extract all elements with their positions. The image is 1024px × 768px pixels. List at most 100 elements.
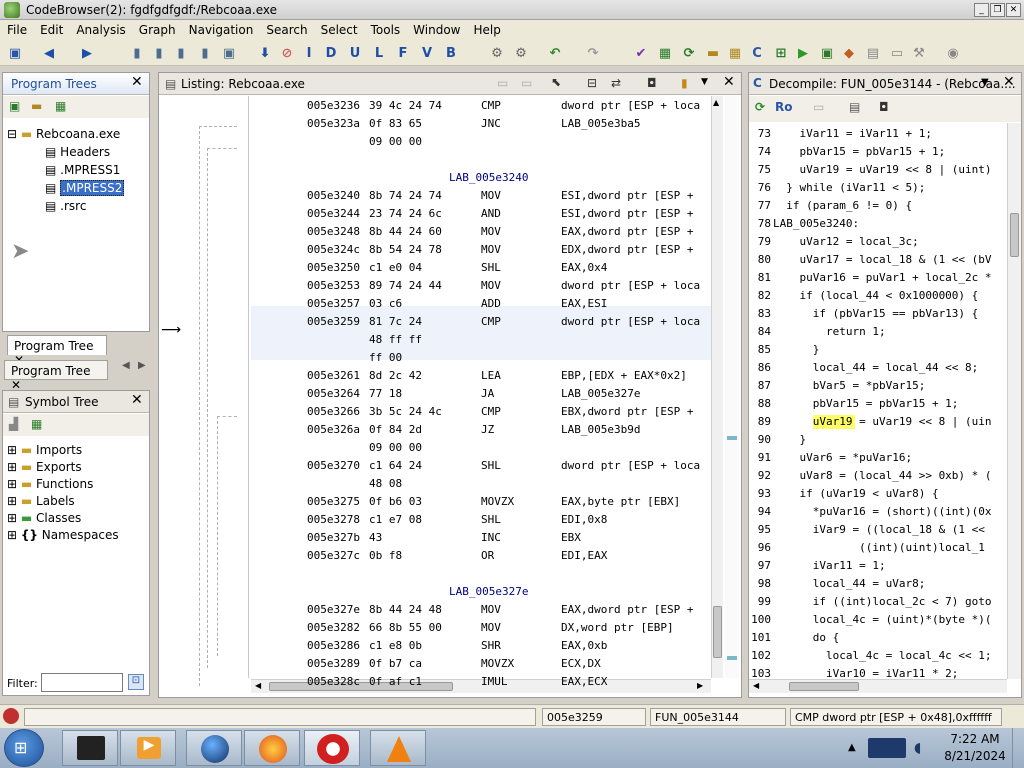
down-arrow-icon[interactable]: ⬇ [256, 44, 274, 62]
listing-operands[interactable]: DX,word ptr [EBP] [561, 621, 674, 634]
close-window-button[interactable]: ✕ [1006, 3, 1021, 17]
listing-address[interactable]: 005e3275 [307, 495, 360, 508]
decompile-line-text[interactable]: bVar5 = *pbVar15; [773, 379, 926, 392]
listing-bytes[interactable]: 03 c6 [369, 297, 402, 310]
decompile-line-text[interactable]: if ((int)local_2c < 7) goto [773, 595, 992, 608]
symbol-labels[interactable]: ⊞ ▬ Labels [7, 494, 75, 508]
listing-bytes[interactable]: 09 00 00 [369, 135, 422, 148]
listing-address[interactable]: 005e3259 [307, 315, 360, 328]
minimize-button[interactable]: _ [974, 3, 989, 17]
export-icon[interactable]: ▤ [849, 100, 860, 114]
listing-address[interactable]: 005e3253 [307, 279, 360, 292]
symbol-classes[interactable]: ⊞ ▬ Classes [7, 511, 81, 525]
listing-operands[interactable]: LAB_005e3ba5 [561, 117, 640, 130]
taskbar-app-media[interactable]: ▶ [120, 730, 176, 766]
menu-edit[interactable]: Edit [33, 20, 69, 37]
memory-icon[interactable]: ▦ [656, 44, 674, 62]
decompile-line-text[interactable]: if (uVar19 < uVar8) { [773, 487, 938, 500]
scroll-thumb[interactable] [1010, 213, 1019, 257]
scroll-thumb[interactable] [789, 682, 859, 691]
tree-item-mpress2[interactable]: ▤ .MPRESS2 [45, 180, 125, 196]
listing-bytes[interactable]: ff 00 [369, 351, 402, 364]
nav-undefined-icon[interactable]: ▮ [196, 44, 214, 62]
new-tree-icon[interactable]: ▣ [9, 99, 20, 113]
maximize-button[interactable]: ❐ [990, 3, 1005, 17]
decompile-line-text[interactable]: } [773, 343, 820, 356]
bookmark-icon[interactable]: ⚙ [488, 44, 506, 62]
decompile-horizontal-scrollbar[interactable]: ◀ [749, 679, 1007, 693]
stop-icon[interactable]: ⊘ [278, 44, 296, 62]
listing-address[interactable]: 005e327e [307, 603, 360, 616]
listing-address[interactable]: 005e3257 [307, 297, 360, 310]
taskbar-app-terminal[interactable] [62, 730, 118, 766]
decompile-line-text[interactable]: iVar11 = iVar11 + 1; [773, 127, 931, 140]
listing-operands[interactable]: ECX,DX [561, 657, 601, 670]
listing-address[interactable]: 005e3282 [307, 621, 360, 634]
decompile-line-text[interactable]: puVar16 = puVar1 + local_2c * [773, 271, 991, 284]
listing-bytes[interactable]: c1 64 24 [369, 459, 422, 472]
listing-bytes[interactable]: 8b 54 24 78 [369, 243, 442, 256]
paste-icon[interactable]: ▭ [521, 76, 532, 90]
tab-program-tree-2[interactable]: Program Tree ✕ [4, 360, 108, 392]
field-header-icon[interactable]: ⊟ [587, 76, 597, 90]
scroll-up-icon[interactable]: ▲ [713, 98, 719, 107]
listing-address[interactable]: 005e3236 [307, 99, 360, 112]
listing-bytes[interactable]: 8d 2c 42 [369, 369, 422, 382]
listing-address[interactable]: 005e3250 [307, 261, 360, 274]
letter-u-icon[interactable]: U [346, 44, 364, 62]
listing-operands[interactable]: EDI,EAX [561, 549, 607, 562]
show-desktop-button[interactable] [1012, 728, 1024, 768]
letter-d-icon[interactable]: D [322, 44, 340, 62]
listing-bytes[interactable]: 8b 44 24 48 [369, 603, 442, 616]
copy-icon[interactable]: ▭ [813, 100, 824, 114]
listing-operands[interactable]: LAB_005e3b9d [561, 423, 640, 436]
filter-input[interactable] [41, 673, 123, 692]
listing-operands[interactable]: EAX,ECX [561, 675, 607, 688]
menu-file[interactable]: File [0, 20, 33, 37]
decompile-line-text[interactable]: if (local_44 < 0x1000000) { [773, 289, 978, 302]
menu-graph[interactable]: Graph [132, 20, 182, 37]
decompile-line-text[interactable]: iVar9 = ((local_18 & (1 << [773, 523, 985, 536]
tab-program-tree-1[interactable]: Program Tree ✕ [7, 335, 107, 367]
menu-analysis[interactable]: Analysis [69, 20, 131, 37]
menu-window[interactable]: Window [406, 20, 466, 37]
listing-address[interactable]: 005e327c [307, 549, 360, 562]
help-icon[interactable]: ◉ [944, 44, 962, 62]
select-cursor-icon[interactable]: ⬉ [551, 75, 561, 89]
decompile-line-text[interactable]: *puVar16 = (short)((int)(0x [773, 505, 992, 518]
letter-f-icon[interactable]: F [394, 44, 412, 62]
create-namespace-icon[interactable]: ▟ [9, 417, 18, 431]
listing-address[interactable]: 005e323a [307, 117, 360, 130]
taskbar-app-ghidra[interactable] [304, 730, 360, 766]
listing-bytes[interactable]: 66 8b 55 00 [369, 621, 442, 634]
listing-operands[interactable]: dword ptr [ESP + loca [561, 459, 700, 472]
listing-mnemonic[interactable]: MOVZX [481, 657, 514, 670]
listing-mnemonic[interactable]: MOV [481, 279, 501, 292]
listing-bytes[interactable]: c1 e0 04 [369, 261, 422, 274]
listing-bytes[interactable]: 48 ff ff [369, 333, 422, 346]
table-icon[interactable]: ▤ [864, 44, 882, 62]
listing-bytes[interactable]: 8b 44 24 60 [369, 225, 442, 238]
diff-icon[interactable]: ⇄ [611, 76, 621, 90]
layout-icon[interactable]: ▮ [681, 76, 688, 90]
scroll-left-icon[interactable]: ◀ [255, 681, 261, 690]
listing-bytes[interactable]: 0f 84 2d [369, 423, 422, 436]
listing-address[interactable]: 005e327b [307, 531, 360, 544]
listing-bytes[interactable]: 0f af c1 [369, 675, 422, 688]
nav-function-icon[interactable]: ▣ [220, 44, 238, 62]
listing-bytes[interactable]: 8b 74 24 74 [369, 189, 442, 202]
listing-mnemonic[interactable]: CMP [481, 99, 501, 112]
scripts-icon[interactable]: ▣ [818, 44, 836, 62]
decompile-line-text[interactable]: iVar11 = 1; [773, 559, 886, 572]
listing-address[interactable]: 005e3264 [307, 387, 360, 400]
listing-operands[interactable]: ESI,dword ptr [ESP + [561, 207, 693, 220]
listing-address[interactable]: 005e3270 [307, 459, 360, 472]
open-folder-icon[interactable]: ▬ [31, 99, 42, 113]
taskbar-app-vlc[interactable] [370, 730, 426, 766]
listing-address[interactable]: 005e3286 [307, 639, 360, 652]
listing-operands[interactable]: EAX,dword ptr [ESP + [561, 225, 693, 238]
listing-bytes[interactable]: 23 74 24 6c [369, 207, 442, 220]
listing-operands[interactable]: dword ptr [ESP + loca [561, 279, 700, 292]
listing-bytes[interactable]: 77 18 [369, 387, 402, 400]
listing-mnemonic[interactable]: MOV [481, 189, 501, 202]
